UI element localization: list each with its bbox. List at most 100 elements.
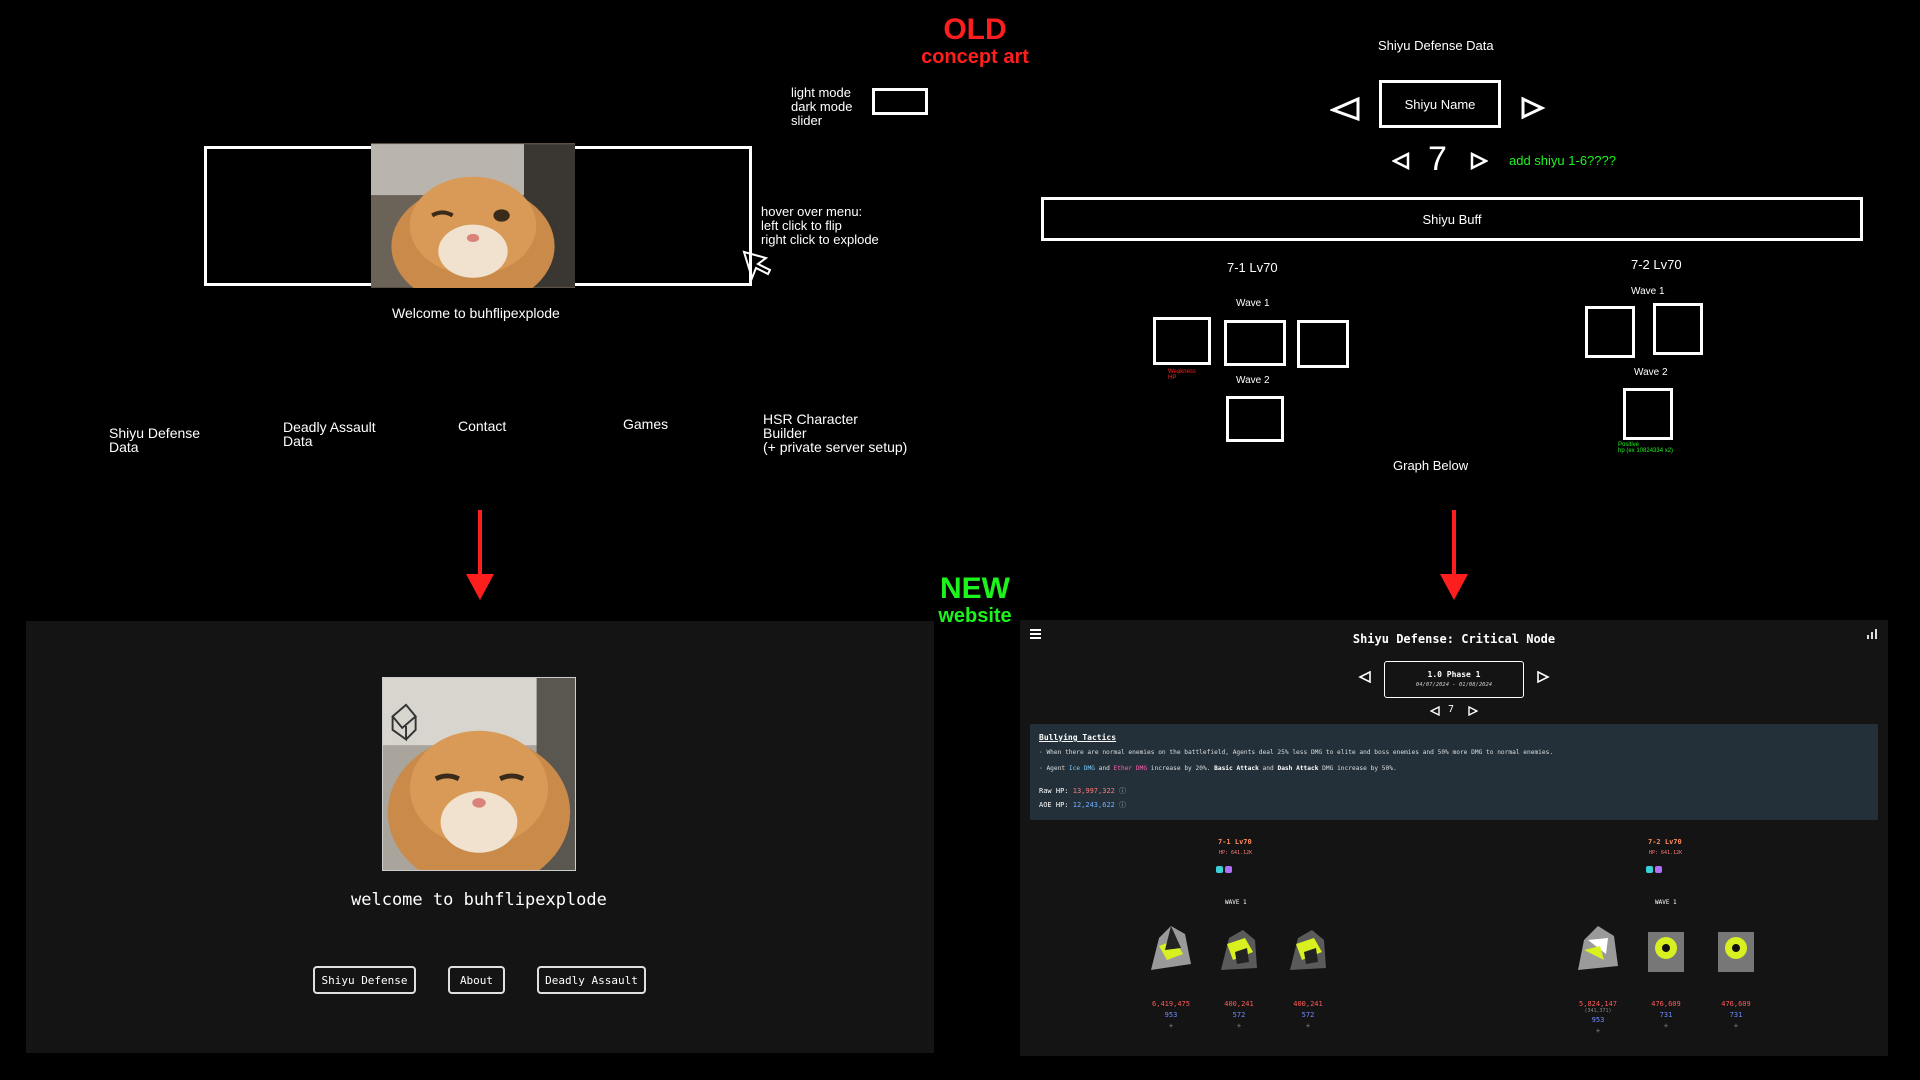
- old-mode-toggle-box: [872, 88, 928, 115]
- expand-plus[interactable]: +: [1568, 1027, 1628, 1035]
- enemy-def: 572: [1232, 1011, 1246, 1019]
- old-shiyu-title: Shiyu Defense Data: [1378, 38, 1494, 53]
- aoe-hp-label: AOE HP:: [1039, 801, 1069, 809]
- buff-title: Bullying Tactics: [1039, 733, 1117, 742]
- left-wave-label: WAVE 1: [1225, 899, 1247, 906]
- enemy-def: 953: [1591, 1016, 1605, 1024]
- old-right-note-line2: hp (ex 10824334 x2): [1618, 448, 1674, 454]
- cat-photo-icon: [371, 144, 575, 288]
- old-right-wave1: Wave 1: [1631, 286, 1665, 297]
- old-subtitle: concept art: [921, 46, 1029, 68]
- left-node-hp: HP: 641.12K: [1219, 850, 1253, 856]
- old-menu-deadly-line2: Data: [283, 433, 313, 449]
- floor-next-icon[interactable]: [1468, 706, 1478, 716]
- expand-plus[interactable]: +: [1141, 1022, 1201, 1030]
- old-menu-deadly-line1: Deadly Assault: [283, 419, 376, 435]
- enemy-def: 731: [1659, 1011, 1673, 1019]
- old-add-note: add shiyu 1-6????: [1509, 153, 1616, 168]
- enemy-hp: 476,609: [1651, 1000, 1681, 1008]
- old-menu-shiyu: Shiyu Defense Data: [109, 426, 200, 454]
- old-menu-hsr-line2: Builder: [763, 425, 807, 441]
- cursor-sketch-icon: [742, 250, 772, 282]
- enemy-hp: 400,241: [1224, 1000, 1254, 1008]
- old-left-node-label: 7-1 Lv70: [1227, 260, 1278, 275]
- cat-photo-icon: [383, 678, 575, 870]
- old-menu-deadly: Deadly Assault Data: [283, 420, 376, 448]
- basic-attack-text: Basic Attack: [1214, 765, 1259, 772]
- old-graph-note: Graph Below: [1393, 458, 1469, 473]
- ether-element-icon: [1225, 866, 1232, 873]
- buff-text: and: [1094, 765, 1114, 772]
- new-home-panel: welcome to buhflipexplode Shiyu Defense …: [26, 621, 934, 1053]
- new-welcome-text: welcome to buhflipexplode: [351, 890, 607, 910]
- old-shiyu-name-box: Shiyu Name: [1379, 80, 1501, 128]
- hover-note-3: right click to explode: [761, 232, 879, 247]
- about-button[interactable]: About: [448, 966, 505, 994]
- ice-element-icon: [1646, 866, 1653, 873]
- prev-phase-icon[interactable]: [1358, 670, 1372, 684]
- old-menu-shiyu-line2: Data: [109, 439, 139, 455]
- ether-dmg-text: Ether DMG: [1113, 765, 1148, 772]
- enemy-portrait-icon: [1221, 930, 1257, 970]
- old-left-wave2: Wave 2: [1236, 375, 1270, 386]
- old-left-note-line2: HP: [1168, 375, 1177, 381]
- info-icon[interactable]: ⓘ: [1119, 787, 1126, 795]
- new-shiyu-panel: Shiyu Defense: Critical Node 1.0 Phase 1…: [1020, 620, 1888, 1056]
- enemy-portrait-icon: [1648, 932, 1684, 972]
- enemy-portrait-icon: [1718, 932, 1754, 972]
- old-menu-hsr-line3: (+ private server setup): [763, 439, 908, 455]
- enemy-def: 953: [1164, 1011, 1178, 1019]
- mode-note-2: dark mode: [791, 99, 853, 114]
- old-title: OLD: [943, 13, 1007, 46]
- left-node-title: 7-1 Lv70: [1218, 838, 1252, 846]
- shiyu-defense-button[interactable]: Shiyu Defense: [313, 966, 416, 994]
- enemy-portrait-icon: [1578, 926, 1618, 970]
- phase-selector[interactable]: 1.0 Phase 1 04/07/2024 - 01/08/2024: [1384, 661, 1524, 698]
- next-phase-icon[interactable]: [1536, 670, 1550, 684]
- expand-plus[interactable]: +: [1209, 1022, 1269, 1030]
- new-cat-image[interactable]: [382, 677, 576, 871]
- old-heading: OLD concept art: [880, 13, 1070, 69]
- old-buff-box: Shiyu Buff: [1041, 197, 1863, 241]
- floor-prev-icon[interactable]: [1430, 706, 1440, 716]
- old-welcome-text: Welcome to buhflipexplode: [392, 305, 560, 321]
- old-right-wave2: Wave 2: [1634, 367, 1668, 378]
- enemy-hp: 6,419,475: [1152, 1000, 1190, 1008]
- phase-dates: 04/07/2024 - 01/08/2024: [1415, 682, 1493, 688]
- enemy-portrait-icon: [1151, 926, 1191, 970]
- old-shiyu-name-text: Shiyu Name: [1404, 96, 1476, 112]
- old-hover-notes: hover over menu: left click to flip righ…: [761, 205, 879, 247]
- old-menu-contact: Contact: [458, 418, 507, 434]
- old-floor-prev-icon: [1392, 152, 1410, 170]
- old-floor-next-icon: [1470, 152, 1488, 170]
- buff-card: Bullying Tactics · When there are normal…: [1030, 724, 1878, 820]
- deadly-assault-button[interactable]: Deadly Assault: [537, 966, 646, 994]
- old-right-node-label: 7-2 Lv70: [1631, 257, 1682, 272]
- enemy-hp: 5,824,147: [1579, 1000, 1617, 1008]
- aoe-hp-row: AOE HP: 12,243,622 ⓘ: [1039, 800, 1126, 810]
- expand-plus[interactable]: +: [1278, 1022, 1338, 1030]
- new-title: NEW: [940, 572, 1010, 605]
- arrow-down-icon: [1440, 510, 1468, 600]
- old-menu-hsr-line1: HSR Character: [763, 411, 858, 427]
- old-prev-arrow-icon: [1330, 96, 1360, 122]
- old-left-enemy-box: [1226, 396, 1284, 442]
- hover-note-1: hover over menu:: [761, 204, 863, 219]
- old-menu-games: Games: [623, 416, 669, 432]
- buff-text: DMG increase by 50%.: [1318, 765, 1397, 772]
- enemy-hp: 476,609: [1721, 1000, 1751, 1008]
- expand-plus[interactable]: +: [1706, 1022, 1766, 1030]
- buff-line-2: · Agent Ice DMG and Ether DMG increase b…: [1039, 765, 1397, 772]
- expand-plus[interactable]: +: [1636, 1022, 1696, 1030]
- old-menu-hsr: HSR Character Builder (+ private server …: [763, 412, 907, 454]
- ice-element-icon: [1216, 866, 1223, 873]
- right-wave-label: WAVE 1: [1655, 899, 1677, 906]
- enemy-hp-sub: (341,371): [1584, 1008, 1612, 1014]
- old-cat-image: [371, 143, 575, 288]
- old-left-wave1: Wave 1: [1236, 298, 1270, 309]
- phase-label: 1.0 Phase 1: [1427, 670, 1481, 679]
- old-left-enemy-box: [1297, 320, 1349, 368]
- info-icon[interactable]: ⓘ: [1119, 801, 1126, 809]
- raw-hp-value: 13,997,322: [1072, 787, 1115, 795]
- buff-text: · Agent: [1039, 765, 1069, 772]
